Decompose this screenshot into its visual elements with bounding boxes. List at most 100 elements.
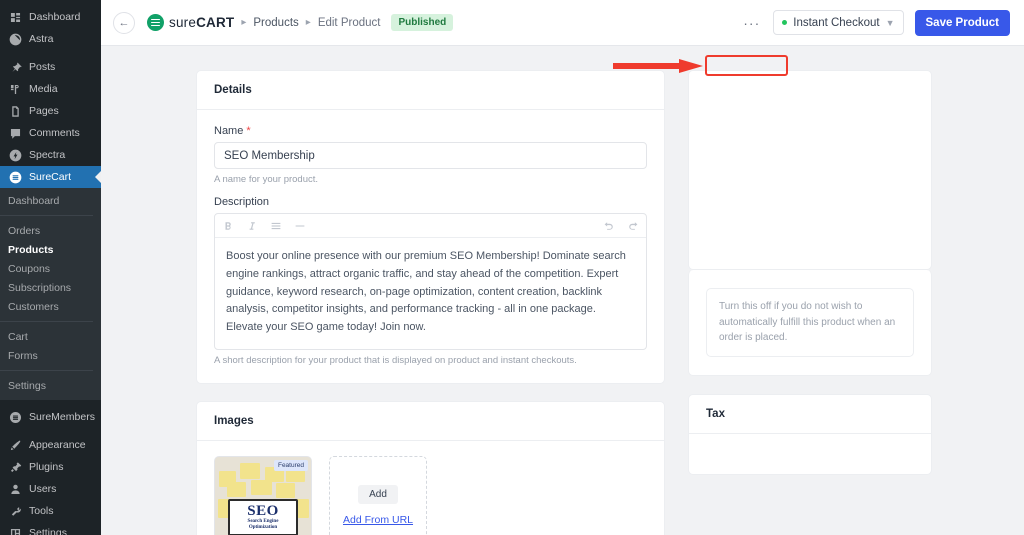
name-label-text: Name <box>214 125 244 137</box>
image-dropzone[interactable]: Add Add From URL <box>329 456 427 535</box>
back-button[interactable]: ← <box>113 11 135 34</box>
status-badge: Published <box>391 14 454 31</box>
redo-icon[interactable] <box>628 221 638 231</box>
sidebar-label: SureCart <box>29 171 72 183</box>
italic-icon[interactable] <box>247 221 257 231</box>
suremembers-icon <box>8 410 22 424</box>
surecart-icon <box>8 170 22 184</box>
main-column: Details Name * A name for your product. … <box>196 70 665 535</box>
sticky-note <box>276 482 295 499</box>
sidebar-item-tools[interactable]: Tools <box>0 500 101 522</box>
back-arrow-icon: ← <box>118 16 130 29</box>
bold-icon[interactable] <box>223 221 233 231</box>
add-image-button[interactable]: Add <box>358 484 398 504</box>
images-card-title: Images <box>197 402 664 442</box>
breadcrumb-edit-product: Edit Product <box>317 16 381 29</box>
thumb-seo-title: SEO <box>247 503 279 520</box>
sidebar-item-appearance[interactable]: Appearance <box>0 434 101 456</box>
thumb-seo-sub-2: Optimization <box>248 525 278 531</box>
sidebar-item-comments[interactable]: Comments <box>0 122 101 144</box>
sidebar-label: Comments <box>29 127 80 139</box>
sidebar-item-surecart[interactable]: SureCart <box>0 166 101 188</box>
plug-icon <box>8 460 22 474</box>
surecart-wordmark: sureCART <box>169 15 234 30</box>
sidebar-label: Plugins <box>29 461 64 473</box>
details-card-body: Name * A name for your product. Descript… <box>197 110 664 383</box>
settings-icon <box>8 526 22 535</box>
sidebar-label: Media <box>29 83 58 95</box>
sidebar-item-pages[interactable]: Pages <box>0 100 101 122</box>
submenu-item-forms[interactable]: Forms <box>0 346 101 365</box>
description-editor: Boost your online presence with our prem… <box>214 213 647 351</box>
description-editor-content[interactable]: Boost your online presence with our prem… <box>215 238 646 349</box>
sidebar-item-users[interactable]: Users <box>0 478 101 500</box>
name-field-label: Name * <box>214 125 647 137</box>
template-select[interactable]: Instant Checkout ▼ <box>773 10 904 35</box>
chevron-down-icon: ▼ <box>885 17 895 28</box>
sidebar-label: Settings <box>29 527 67 535</box>
list-icon[interactable] <box>271 221 281 231</box>
topbar-actions: ··· Instant Checkout ▼ Save Product <box>741 9 1010 36</box>
chevron-right-icon-2: ▸ <box>305 17 311 28</box>
sidebar-item-dashboard[interactable]: Dashboard <box>0 6 101 28</box>
fulfillment-note-text: Turn this off if you do not wish to auto… <box>719 301 896 343</box>
submenu-item-cart[interactable]: Cart <box>0 327 101 346</box>
sticky-note <box>239 462 261 480</box>
sidebar-item-settings[interactable]: Settings <box>0 522 101 535</box>
sidebar-label: Dashboard <box>29 11 81 23</box>
description-field-label: Description <box>214 196 270 208</box>
submenu-item-subscriptions[interactable]: Subscriptions <box>0 278 101 297</box>
submenu-item-settings[interactable]: Settings <box>0 376 101 395</box>
astra-icon <box>8 32 22 46</box>
name-helper-text: A name for your product. <box>214 174 319 185</box>
submenu-divider-3 <box>0 370 93 371</box>
sidebar-label: Appearance <box>29 439 86 451</box>
media-icon <box>8 82 22 96</box>
spectra-icon <box>8 148 22 162</box>
tax-card-body <box>689 434 931 474</box>
sidebar-item-posts[interactable]: Posts <box>0 56 101 78</box>
product-thumbnail[interactable]: SEO Search Engine Optimization Featured <box>214 456 312 535</box>
save-product-button[interactable]: Save Product <box>914 9 1010 36</box>
submenu-item-products[interactable]: Products <box>0 240 101 259</box>
wp-admin-sidebar: Dashboard Astra Posts Media Pages Commen… <box>0 0 101 535</box>
surecart-submenu: Dashboard Orders Products Coupons Subscr… <box>0 188 101 400</box>
brand-bold-part: CART <box>196 15 235 30</box>
submenu-divider-2 <box>0 321 93 322</box>
sidebar-label: SureMembers <box>29 411 95 423</box>
settings-column: Turn this off if you do not wish to auto… <box>688 70 932 475</box>
add-from-url-link[interactable]: Add From URL <box>343 514 413 526</box>
sidebar-label: Tools <box>29 505 54 517</box>
product-name-input[interactable] <box>214 142 647 169</box>
fulfillment-card <box>688 70 932 270</box>
comment-icon <box>8 126 22 140</box>
app-topbar: ← sureCART ▸ Products ▸ Edit Product Pub… <box>101 0 1024 46</box>
template-select-value: Instant Checkout <box>793 16 880 29</box>
users-icon <box>8 482 22 496</box>
sidebar-label: Users <box>29 483 57 495</box>
images-row: SEO Search Engine Optimization Featured … <box>214 456 647 535</box>
sidebar-item-astra[interactable]: Astra <box>0 28 101 50</box>
editor-toolbar <box>215 214 646 238</box>
chevron-right-icon-1: ▸ <box>241 17 247 28</box>
fulfillment-note-box: Turn this off if you do not wish to auto… <box>706 288 914 357</box>
sidebar-item-spectra[interactable]: Spectra <box>0 144 101 166</box>
breadcrumb-products[interactable]: Products <box>253 17 298 29</box>
images-card-body: SEO Search Engine Optimization Featured … <box>197 441 664 535</box>
sidebar-item-suremembers[interactable]: SureMembers <box>0 406 101 428</box>
surecart-logo[interactable]: sureCART <box>147 14 234 31</box>
pages-icon <box>8 104 22 118</box>
undo-icon[interactable] <box>604 221 614 231</box>
hr-icon[interactable] <box>295 221 305 231</box>
submenu-item-customers[interactable]: Customers <box>0 297 101 316</box>
images-card: Images SEO Search Engine Optimization Fe… <box>196 401 665 535</box>
pin-icon <box>8 60 22 74</box>
submenu-item-dashboard[interactable]: Dashboard <box>0 191 101 210</box>
submenu-item-coupons[interactable]: Coupons <box>0 259 101 278</box>
sidebar-item-media[interactable]: Media <box>0 78 101 100</box>
more-options-button[interactable]: ··· <box>741 15 762 31</box>
submenu-item-orders[interactable]: Orders <box>0 221 101 240</box>
sidebar-item-plugins[interactable]: Plugins <box>0 456 101 478</box>
laptop-screen: SEO Search Engine Optimization <box>228 499 298 535</box>
shipping-card: Turn this off if you do not wish to auto… <box>688 270 932 376</box>
